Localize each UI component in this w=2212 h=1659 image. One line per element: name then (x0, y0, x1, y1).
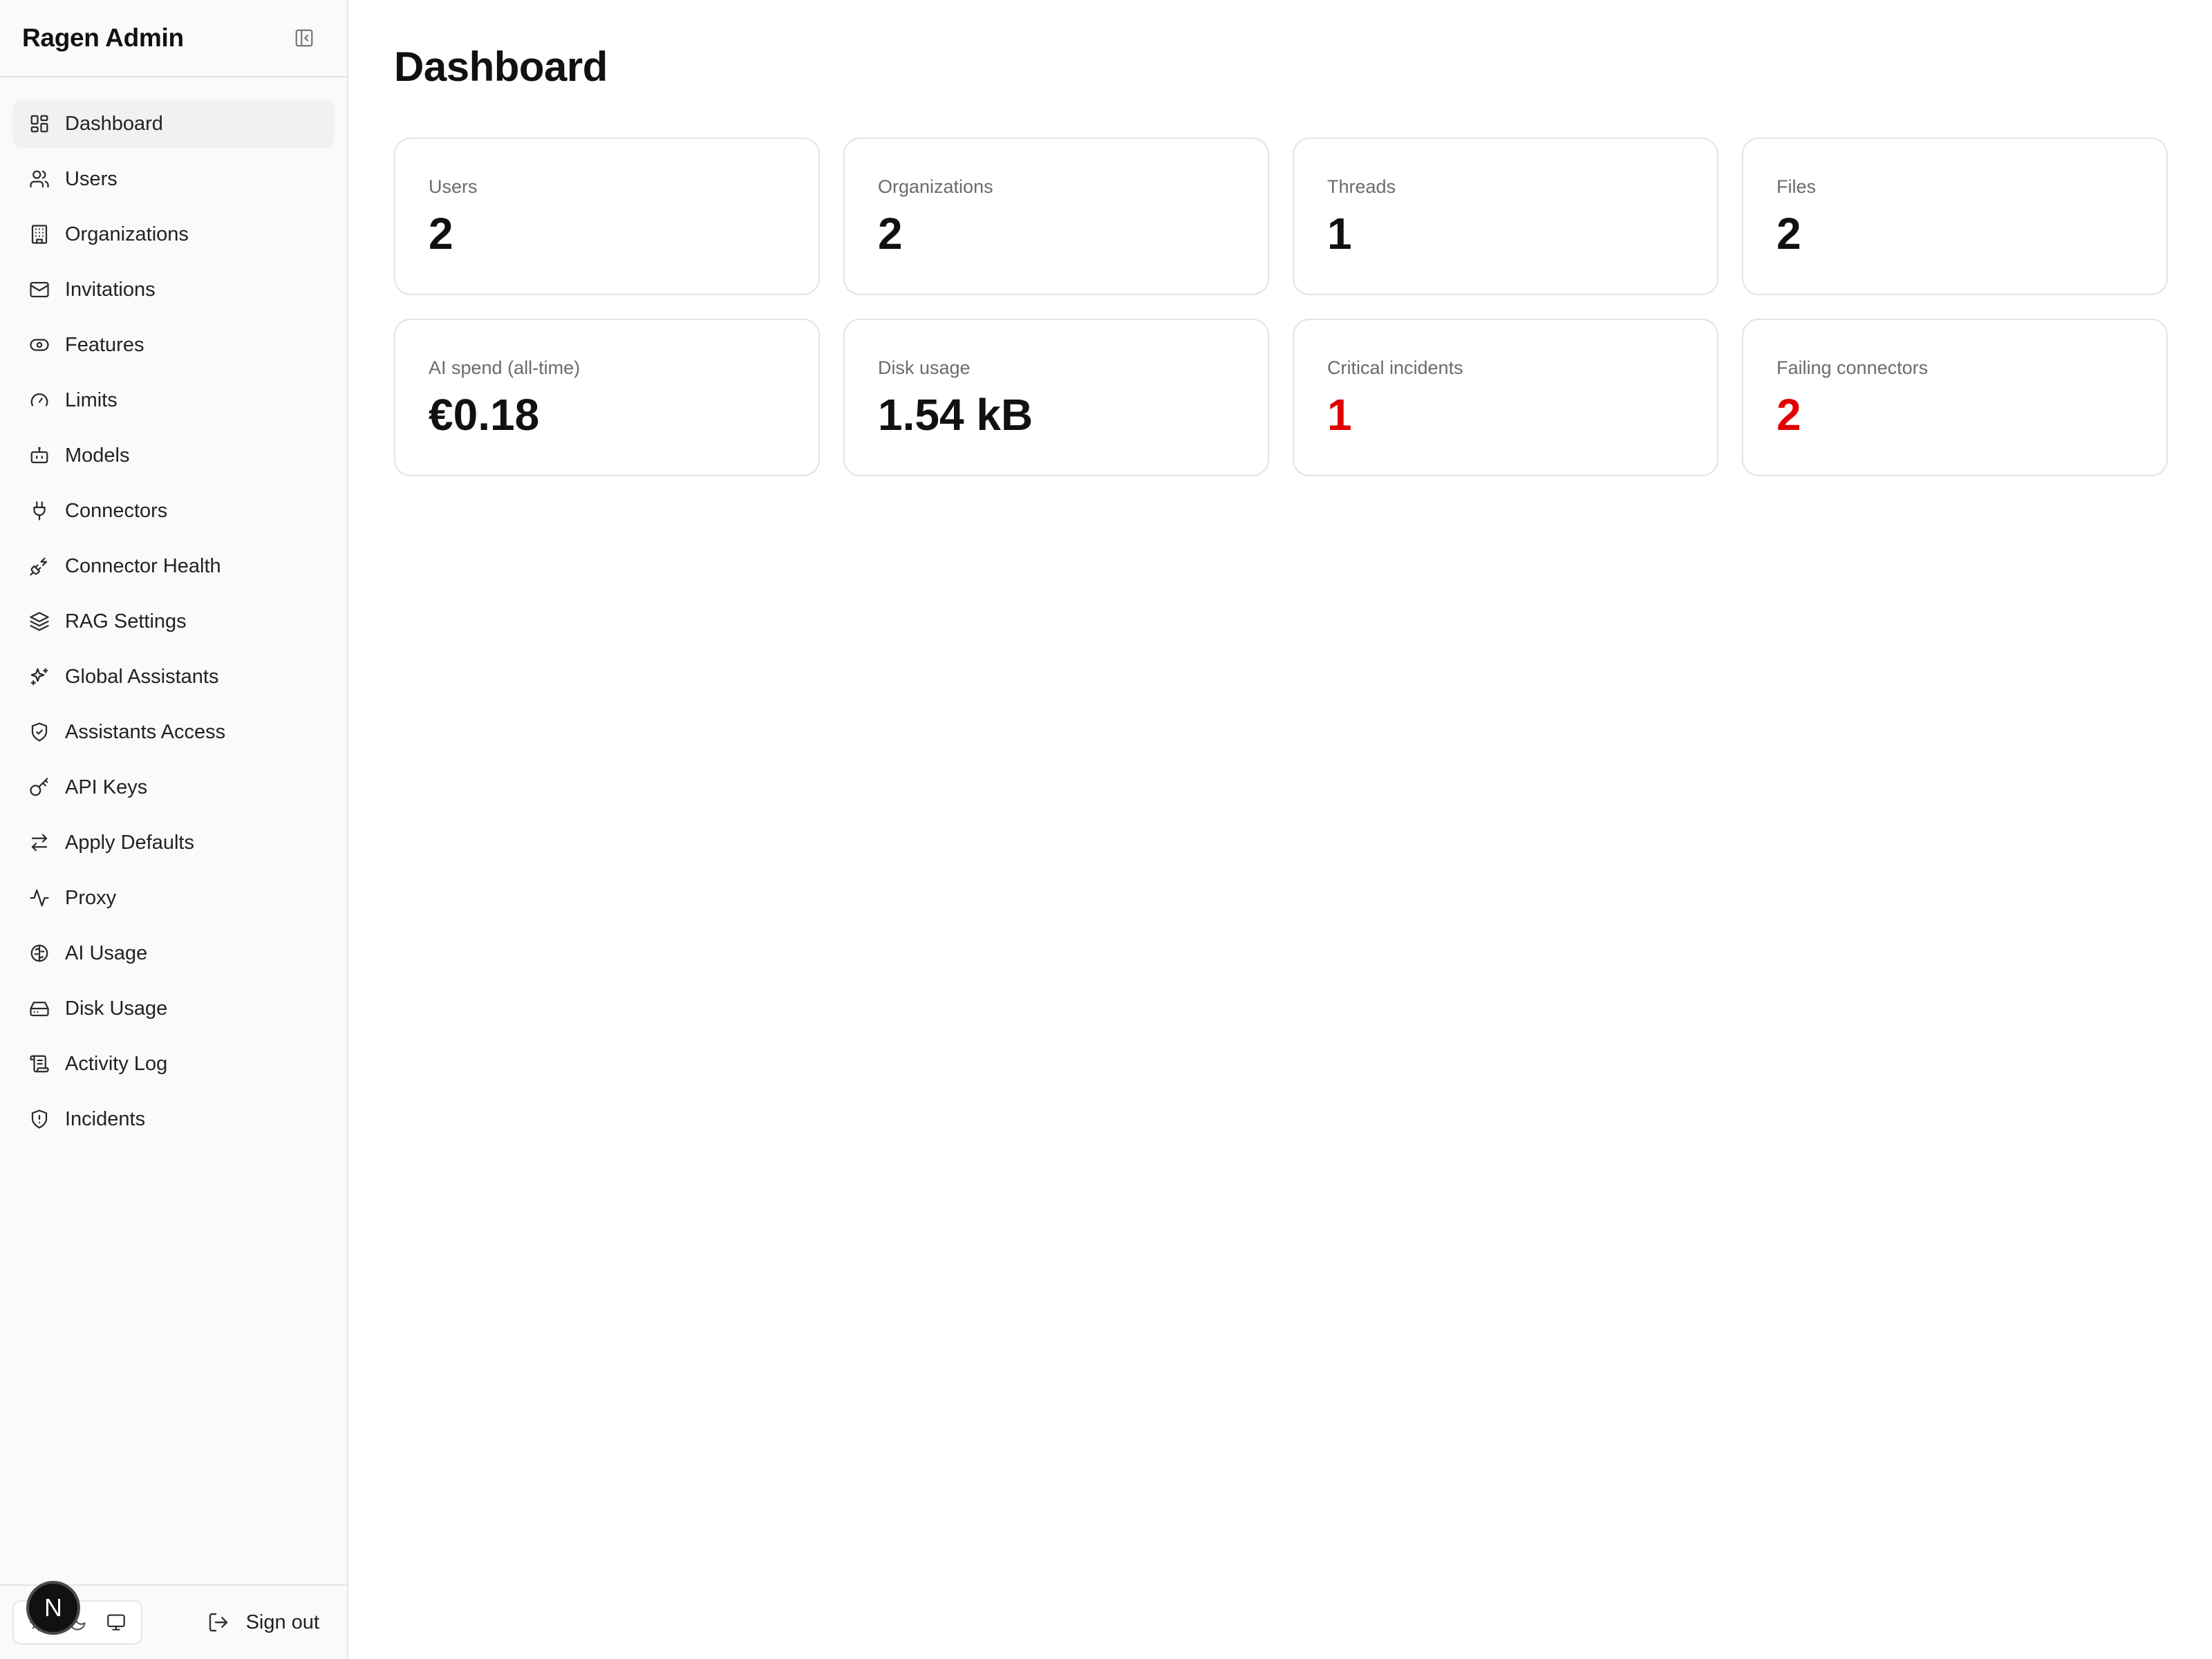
sidebar-item-activity-log[interactable]: Activity Log (12, 1040, 335, 1088)
stat-card-disk-usage: Disk usage 1.54 kB (843, 319, 1269, 476)
stat-card-files: Files 2 (1742, 138, 2168, 295)
plug-icon (28, 499, 51, 523)
stat-label: Organizations (878, 176, 993, 197)
stat-label: Failing connectors (1777, 357, 1929, 378)
sidebar-item-ai-usage[interactable]: AI Usage (12, 929, 335, 977)
stat-label: Files (1777, 176, 1817, 197)
arrows-right-left-icon (28, 831, 51, 854)
building-icon (28, 223, 51, 246)
stat-label: Threads (1327, 176, 1396, 197)
sparkles-icon (28, 665, 51, 688)
users-icon (28, 167, 51, 191)
key-icon (28, 776, 51, 799)
sidebar-item-connectors[interactable]: Connectors (12, 487, 335, 535)
page-title: Dashboard (394, 44, 608, 90)
sidebar-item-features[interactable]: Features (12, 321, 335, 369)
sidebar-item-label: Invitations (65, 278, 156, 301)
stat-label: Disk usage (878, 357, 971, 378)
stat-value: €0.18 (429, 390, 540, 440)
sidebar-item-api-keys[interactable]: API Keys (12, 763, 335, 812)
sidebar-item-label: RAG Settings (65, 610, 187, 632)
sidebar-item-label: Connectors (65, 499, 168, 522)
theme-switcher: N (12, 1581, 142, 1644)
stat-value: 1 (1327, 209, 1352, 259)
sidebar-item-disk-usage[interactable]: Disk Usage (12, 984, 335, 1033)
sidebar-item-users[interactable]: Users (12, 155, 335, 203)
main-content: Dashboard Users 2 Organizations 2 Thread… (348, 0, 2212, 1659)
scroll-icon (28, 1052, 51, 1076)
activity-icon (28, 886, 51, 910)
sidebar-item-label: Incidents (65, 1107, 146, 1130)
stat-value: 1 (1327, 390, 1352, 440)
stat-label: Users (429, 176, 478, 197)
bot-icon (28, 444, 51, 467)
sidebar-item-organizations[interactable]: Organizations (12, 210, 335, 259)
stat-card-ai-spend: AI spend (all-time) €0.18 (394, 319, 820, 476)
sign-out-button[interactable]: Sign out (207, 1611, 319, 1634)
sidebar-item-label: Disk Usage (65, 997, 168, 1020)
sidebar-item-rag-settings[interactable]: RAG Settings (12, 597, 335, 646)
stat-value: 2 (878, 209, 903, 259)
stat-label: Critical incidents (1327, 357, 1463, 378)
stat-label: AI spend (all-time) (429, 357, 581, 378)
gauge-icon (28, 388, 51, 412)
sidebar-item-label: Activity Log (65, 1052, 168, 1075)
mail-icon (28, 278, 51, 301)
sidebar-item-proxy[interactable]: Proxy (12, 874, 335, 922)
sidebar-item-incidents[interactable]: Incidents (12, 1095, 335, 1143)
sidebar-item-connector-health[interactable]: Connector Health (12, 542, 335, 590)
sidebar-item-label: Connector Health (65, 554, 221, 577)
sidebar-item-label: Users (65, 167, 118, 190)
sidebar-item-label: API Keys (65, 776, 148, 798)
sidebar-item-dashboard[interactable]: Dashboard (12, 100, 335, 148)
sign-out-label: Sign out (245, 1611, 319, 1633)
stat-value: 1.54 kB (878, 390, 1033, 440)
stat-card-users: Users 2 (394, 138, 820, 295)
toggle-icon (28, 333, 51, 357)
plug-zap-icon (28, 554, 51, 578)
sidebar-header: Ragen Admin (0, 0, 347, 77)
theme-system-button[interactable] (97, 1604, 135, 1640)
sidebar-item-label: Global Assistants (65, 665, 219, 688)
shield-check-icon (28, 720, 51, 744)
nextjs-dev-badge[interactable]: N (26, 1581, 80, 1635)
sidebar-item-invitations[interactable]: Invitations (12, 265, 335, 314)
layers-icon (28, 610, 51, 633)
sidebar: Ragen Admin Dashboard Users Organization… (0, 0, 348, 1659)
sidebar-item-label: Dashboard (65, 112, 163, 135)
layout-grid-icon (28, 112, 51, 135)
panel-left-close-icon (295, 29, 313, 47)
sidebar-item-label: AI Usage (65, 941, 148, 964)
sidebar-collapse-button[interactable] (289, 23, 319, 53)
stat-card-organizations: Organizations 2 (843, 138, 1269, 295)
log-out-icon (209, 1613, 227, 1632)
sidebar-item-label: Limits (65, 388, 118, 411)
stat-card-threads: Threads 1 (1293, 138, 1718, 295)
stat-card-critical-incidents: Critical incidents 1 (1293, 319, 1718, 476)
sidebar-item-models[interactable]: Models (12, 431, 335, 480)
sidebar-item-limits[interactable]: Limits (12, 376, 335, 424)
sidebar-item-label: Organizations (65, 223, 189, 245)
shield-alert-icon (28, 1107, 51, 1131)
sidebar-nav: Dashboard Users Organizations Invitation… (0, 77, 347, 1143)
sidebar-item-global-assistants[interactable]: Global Assistants (12, 653, 335, 701)
sidebar-item-label: Features (65, 333, 144, 356)
app: Ragen Admin Dashboard Users Organization… (0, 0, 2212, 1659)
stat-card-failing-connectors: Failing connectors 2 (1742, 319, 2168, 476)
sidebar-item-label: Models (65, 444, 130, 467)
sidebar-footer: N Sign out (0, 1581, 347, 1659)
sidebar-item-apply-defaults[interactable]: Apply Defaults (12, 818, 335, 867)
brain-icon (28, 941, 51, 965)
stat-value: 2 (429, 209, 453, 259)
stats-grid: Users 2 Organizations 2 Threads 1 Files … (394, 138, 2168, 476)
sidebar-item-label: Proxy (65, 886, 117, 909)
monitor-icon (107, 1614, 125, 1631)
sidebar-item-assistants-access[interactable]: Assistants Access (12, 708, 335, 756)
stat-value: 2 (1777, 209, 1801, 259)
stat-value: 2 (1777, 390, 1801, 440)
hard-drive-icon (28, 997, 51, 1020)
sidebar-item-label: Apply Defaults (65, 831, 194, 854)
sidebar-item-label: Assistants Access (65, 720, 226, 743)
brand-title: Ragen Admin (22, 24, 184, 52)
